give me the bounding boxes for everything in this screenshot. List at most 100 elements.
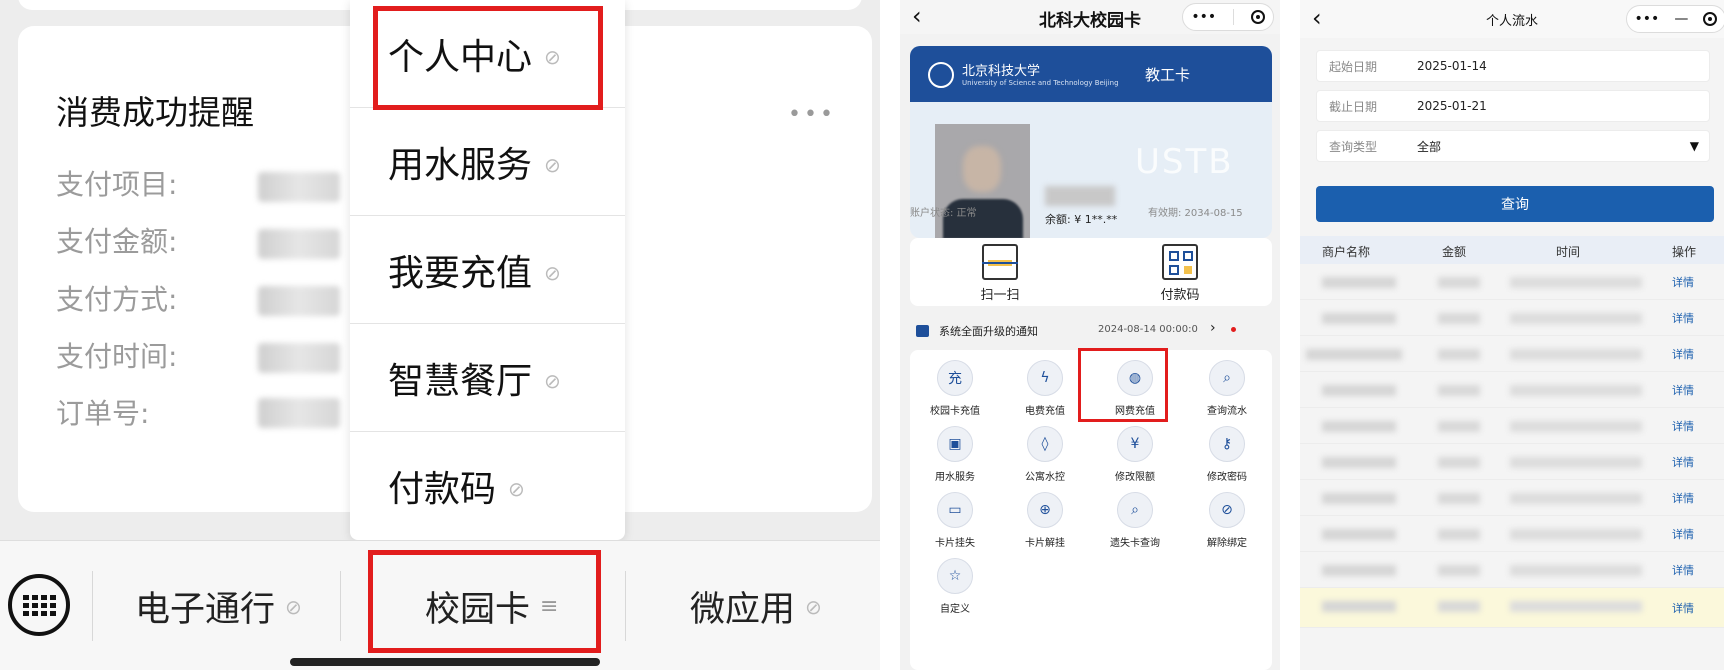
- service-modify-limit[interactable]: ¥ 修改限额: [1090, 426, 1180, 483]
- card-lost-icon: ▭: [937, 492, 973, 528]
- link-icon: ⊘: [544, 260, 561, 285]
- service-label: 卡片挂失: [935, 538, 975, 549]
- service-dorm-water-control[interactable]: ◊ 公寓水控: [1000, 426, 1090, 483]
- table-row: 详情: [1300, 336, 1724, 372]
- table-row: 详情: [1300, 552, 1724, 588]
- service-label: 查询流水: [1207, 406, 1247, 417]
- lost-card-search-icon: ⌕: [1117, 492, 1153, 528]
- lightning-icon: ϟ: [1027, 360, 1063, 396]
- blurred-value: [258, 343, 340, 373]
- service-label: 遗失卡查询: [1110, 538, 1160, 549]
- field-value: 全部: [1417, 139, 1442, 154]
- notification-title: 消费成功提醒: [56, 93, 254, 132]
- card-search-icon: ⌕: [1209, 360, 1245, 396]
- limit-edit-icon: ¥: [1117, 426, 1153, 462]
- scan-label: 扫一扫: [980, 288, 1020, 303]
- query-type-select[interactable]: 查询类型 全部 ▼: [1316, 130, 1710, 162]
- field-value: 2025-01-21: [1417, 99, 1487, 113]
- service-lost-card-query[interactable]: ⌕ 遗失卡查询: [1090, 492, 1180, 549]
- more-options-icon[interactable]: •••: [788, 102, 836, 127]
- detail-link[interactable]: 详情: [1672, 454, 1694, 470]
- minimize-icon[interactable]: —: [1674, 11, 1688, 27]
- field-label-method: 支付方式:: [56, 283, 178, 316]
- detail-link[interactable]: 详情: [1672, 346, 1694, 362]
- bottom-item-label: 电子通行: [135, 590, 276, 630]
- field-value: 2025-01-14: [1417, 59, 1487, 73]
- notice-bar[interactable]: 系统全面升级的通知 2024-08-14 00:00:0 ›: [910, 318, 1272, 344]
- card-type: 教工卡: [1145, 66, 1191, 84]
- qr-code-icon: [1162, 244, 1198, 280]
- query-button[interactable]: 查询: [1316, 186, 1714, 222]
- end-date-field[interactable]: 截止日期 2025-01-21: [1316, 90, 1710, 122]
- wechat-chat-panel: 消费成功提醒 ••• 支付项目: 支付金额: 支付方式: 支付时间: 订单号: …: [0, 0, 880, 670]
- capsule-menu[interactable]: •••: [1182, 3, 1274, 31]
- menu-item-water-service[interactable]: 用水服务 ⊘: [350, 108, 625, 216]
- highlight-box-query-transactions: [1078, 348, 1168, 422]
- more-icon[interactable]: •••: [1635, 11, 1660, 27]
- table-row-highlighted: 详情: [1300, 588, 1724, 628]
- column-amount: 金额: [1442, 245, 1467, 259]
- bottom-item-e-pass[interactable]: 电子通行 ⊘: [135, 581, 302, 632]
- service-label: 修改密码: [1207, 472, 1247, 483]
- divider: [92, 571, 93, 641]
- table-row: 详情: [1300, 480, 1724, 516]
- university-name-en: University of Science and Technology Bei…: [962, 79, 1119, 87]
- detail-link[interactable]: 详情: [1672, 526, 1694, 542]
- service-query-transactions[interactable]: ⌕ 查询流水: [1182, 360, 1272, 417]
- detail-link[interactable]: 详情: [1672, 490, 1694, 506]
- close-target-icon[interactable]: [1703, 12, 1718, 26]
- scan-button[interactable]: 扫一扫: [940, 244, 1060, 303]
- table-row: 详情: [1300, 372, 1724, 408]
- menu-item-recharge[interactable]: 我要充值 ⊘: [350, 216, 625, 324]
- close-target-icon[interactable]: [1250, 10, 1265, 24]
- service-change-password[interactable]: ⚷ 修改密码: [1182, 426, 1272, 483]
- payment-code-button[interactable]: 付款码: [1120, 244, 1240, 303]
- service-electricity-recharge[interactable]: ϟ 电费充值: [1000, 360, 1090, 417]
- water-meter-icon: ▣: [937, 426, 973, 462]
- key-icon: ⚷: [1209, 426, 1245, 462]
- blurred-value: [258, 398, 340, 428]
- more-icon[interactable]: •••: [1191, 9, 1216, 25]
- table-row: 详情: [1300, 408, 1724, 444]
- detail-link[interactable]: 详情: [1672, 274, 1694, 290]
- chevron-right-icon[interactable]: ›: [1210, 320, 1216, 336]
- start-date-field[interactable]: 起始日期 2025-01-14: [1316, 50, 1710, 82]
- service-unlock-card[interactable]: ⊕ 卡片解挂: [1000, 492, 1090, 549]
- service-water[interactable]: ▣ 用水服务: [910, 426, 1000, 483]
- divider: [625, 571, 626, 641]
- bottom-item-micro-apps[interactable]: 微应用 ⊘: [690, 581, 822, 632]
- service-label: 公寓水控: [1025, 472, 1065, 483]
- dropdown-arrow-icon[interactable]: ▼: [1690, 139, 1699, 153]
- capsule-menu[interactable]: ••• —: [1626, 5, 1724, 33]
- service-label: 修改限额: [1115, 472, 1155, 483]
- link-icon: ⊘: [544, 368, 561, 393]
- detail-link[interactable]: 详情: [1672, 600, 1694, 616]
- field-label-order: 订单号:: [56, 397, 150, 430]
- detail-link[interactable]: 详情: [1672, 418, 1694, 434]
- link-icon: ⊘: [544, 152, 561, 177]
- recharge-icon: 充: [937, 360, 973, 396]
- service-label: 卡片解挂: [1025, 538, 1065, 549]
- custom-icon: ☆: [937, 558, 973, 594]
- keyboard-icon[interactable]: [8, 574, 70, 636]
- notice-icon: [916, 325, 929, 337]
- menu-item-label: 我要充值: [388, 252, 533, 294]
- detail-link[interactable]: 详情: [1672, 562, 1694, 578]
- highlight-box-campus-card: [368, 550, 601, 653]
- detail-link[interactable]: 详情: [1672, 382, 1694, 398]
- campus-card-miniprogram-panel: ‹ 北科大校园卡 ••• 北京科技大学 University of Scienc…: [900, 0, 1280, 670]
- blurred-value: [258, 229, 340, 259]
- highlight-box-personal-center: [373, 6, 603, 110]
- menu-item-smart-canteen[interactable]: 智慧餐厅 ⊘: [350, 324, 625, 432]
- blurred-value: [258, 172, 340, 202]
- service-label: 自定义: [940, 604, 970, 615]
- menu-item-payment-code[interactable]: 付款码 ⊘: [350, 432, 625, 540]
- service-custom[interactable]: ☆ 自定义: [910, 558, 1000, 615]
- detail-link[interactable]: 详情: [1672, 310, 1694, 326]
- service-unbind[interactable]: ⊘ 解除绑定: [1182, 492, 1272, 549]
- blurred-value: [258, 286, 340, 316]
- card-unlock-icon: ⊕: [1027, 492, 1063, 528]
- service-report-loss[interactable]: ▭ 卡片挂失: [910, 492, 1000, 549]
- field-label-item: 支付项目:: [56, 168, 178, 201]
- service-campus-card-recharge[interactable]: 充 校园卡充值: [910, 360, 1000, 417]
